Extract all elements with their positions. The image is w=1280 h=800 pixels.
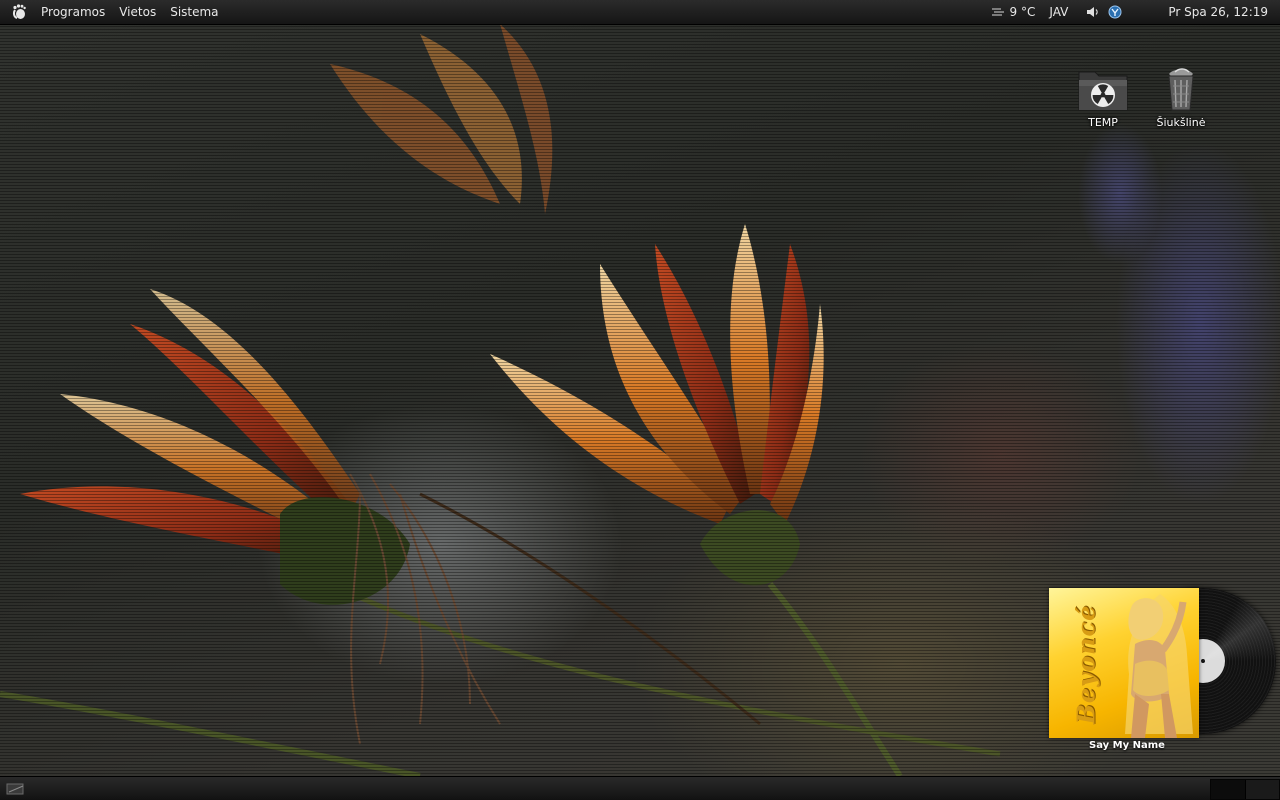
workspace-1[interactable] [1211,780,1246,799]
weather-temperature: 9 °C [1009,5,1036,19]
menu-programs[interactable]: Programos [34,0,112,24]
desktop-icon-temp[interactable]: TEMP [1063,66,1143,129]
show-desktop-button[interactable] [4,782,28,796]
album-cover[interactable]: Beyoncé [1049,588,1199,738]
folder-radiation-icon [1077,66,1129,114]
workspace-switcher [1210,779,1280,800]
menu-system[interactable]: Sistema [163,0,225,24]
update-notifier-icon[interactable] [1106,5,1128,19]
show-desktop-icon [6,783,24,795]
album-artist-photo [1125,594,1193,738]
desktop-icon-trash[interactable]: Šiukšlinė [1141,66,1221,129]
trash-icon [1155,66,1207,114]
album-artist-text: Beyoncé [1071,604,1101,725]
menu-bar: Programos Vietos Sistema [0,0,226,24]
system-tray: 9 °C JAV Pr Spa 26, 12:19 [985,0,1280,24]
top-panel: Programos Vietos Sistema 9 °C JAV Pr Spa… [0,0,1280,25]
gnome-foot-icon[interactable] [10,3,28,21]
bottom-panel [0,776,1280,800]
menu-places[interactable]: Vietos [112,0,163,24]
song-title: Say My Name [1089,740,1165,751]
clock[interactable]: Pr Spa 26, 12:19 [1128,0,1280,24]
volume-icon[interactable] [1076,6,1106,18]
workspace-2[interactable] [1245,780,1279,799]
keyboard-layout-indicator[interactable]: JAV [1041,0,1076,24]
weather-applet[interactable]: 9 °C [985,0,1042,24]
fog-icon [991,8,1004,16]
desktop-icon-label: Šiukšlinė [1156,116,1206,129]
desktop-icon-label: TEMP [1088,116,1118,129]
